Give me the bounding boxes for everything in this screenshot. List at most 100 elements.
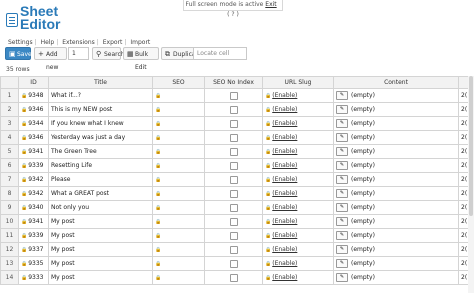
id-cell[interactable]: 🔒9348 (18, 88, 49, 103)
seo-no-index-cell[interactable] (204, 256, 263, 271)
id-cell[interactable]: 🔒9335 (18, 256, 49, 271)
title-cell[interactable]: What if...? (48, 88, 153, 103)
title-cell[interactable]: My post (48, 256, 153, 271)
help-link[interactable]: ( ? ) (227, 11, 239, 18)
enable-link[interactable]: (Enable) (272, 218, 297, 225)
seo-no-index-checkbox[interactable] (229, 217, 238, 226)
seo-no-index-checkbox[interactable] (229, 175, 238, 184)
seo-cell[interactable]: 🔒 (152, 256, 205, 271)
id-cell[interactable]: 🔒9344 (18, 116, 49, 131)
enable-link[interactable]: (Enable) (272, 274, 297, 281)
enable-link[interactable]: (Enable) (272, 92, 297, 99)
url-slug-cell[interactable]: 🔒(Enable) (262, 130, 334, 145)
content-cell[interactable]: ✎ (empty) (333, 116, 459, 131)
url-slug-cell[interactable]: 🔒(Enable) (262, 172, 334, 187)
id-cell[interactable]: 🔒9340 (18, 200, 49, 215)
seo-no-index-cell[interactable] (204, 130, 263, 145)
col-header-title[interactable]: Title (48, 76, 153, 89)
title-cell[interactable]: My post (48, 270, 153, 285)
seo-no-index-checkbox[interactable] (229, 161, 238, 170)
content-cell[interactable]: ✎ (empty) (333, 88, 459, 103)
seo-cell[interactable]: 🔒 (152, 102, 205, 117)
menu-export[interactable]: Export (101, 39, 125, 46)
seo-no-index-cell[interactable] (204, 242, 263, 257)
edit-icon[interactable]: ✎ (336, 119, 348, 128)
seo-no-index-checkbox[interactable] (229, 189, 238, 198)
seo-no-index-checkbox[interactable] (229, 245, 238, 254)
seo-no-index-cell[interactable] (204, 270, 263, 285)
edit-icon[interactable]: ✎ (336, 259, 348, 268)
title-cell[interactable]: My post (48, 214, 153, 229)
title-cell[interactable]: Resetting Life (48, 158, 153, 173)
locate-cell-input[interactable]: Locate cell (193, 47, 247, 60)
edit-icon[interactable]: ✎ (336, 217, 348, 226)
col-header-seo[interactable]: SEO (152, 76, 205, 89)
enable-link[interactable]: (Enable) (272, 232, 297, 239)
seo-no-index-cell[interactable] (204, 214, 263, 229)
enable-link[interactable]: (Enable) (272, 204, 297, 211)
vertical-scrollbar[interactable] (468, 76, 474, 293)
seo-cell[interactable]: 🔒 (152, 270, 205, 285)
scrollbar-thumb[interactable] (469, 76, 473, 216)
col-header-id[interactable]: ID (18, 76, 49, 89)
seo-cell[interactable]: 🔒 (152, 228, 205, 243)
content-cell[interactable]: ✎ (empty) (333, 256, 459, 271)
seo-cell[interactable]: 🔒 (152, 242, 205, 257)
edit-icon[interactable]: ✎ (336, 133, 348, 142)
edit-icon[interactable]: ✎ (336, 189, 348, 198)
content-cell[interactable]: ✎ (empty) (333, 172, 459, 187)
seo-no-index-checkbox[interactable] (229, 147, 238, 156)
title-cell[interactable]: Not only you (48, 200, 153, 215)
content-cell[interactable]: ✎ (empty) (333, 200, 459, 215)
content-cell[interactable]: ✎ (empty) (333, 158, 459, 173)
title-cell[interactable]: The Green Tree (48, 144, 153, 159)
enable-link[interactable]: (Enable) (272, 176, 297, 183)
seo-no-index-cell[interactable] (204, 172, 263, 187)
title-cell[interactable]: If you knew what I knew (48, 116, 153, 131)
enable-link[interactable]: (Enable) (272, 120, 297, 127)
edit-icon[interactable]: ✎ (336, 147, 348, 156)
seo-no-index-checkbox[interactable] (229, 133, 238, 142)
edit-icon[interactable]: ✎ (336, 245, 348, 254)
menu-import[interactable]: Import (128, 39, 152, 46)
url-slug-cell[interactable]: 🔒(Enable) (262, 214, 334, 229)
id-cell[interactable]: 🔒9346 (18, 130, 49, 145)
seo-no-index-checkbox[interactable] (229, 119, 238, 128)
enable-link[interactable]: (Enable) (272, 190, 297, 197)
title-cell[interactable]: My post (48, 228, 153, 243)
title-cell[interactable]: What a GREAT post (48, 186, 153, 201)
id-cell[interactable]: 🔒9337 (18, 242, 49, 257)
seo-no-index-cell[interactable] (204, 228, 263, 243)
enable-link[interactable]: (Enable) (272, 106, 297, 113)
url-slug-cell[interactable]: 🔒(Enable) (262, 242, 334, 257)
seo-no-index-cell[interactable] (204, 186, 263, 201)
content-cell[interactable]: ✎ (empty) (333, 270, 459, 285)
seo-no-index-cell[interactable] (204, 200, 263, 215)
title-cell[interactable]: This is my NEW post (48, 102, 153, 117)
save-button[interactable]: ▣ Save (5, 47, 32, 60)
bulk-edit-button[interactable]: ▦ Bulk Edit (123, 47, 159, 71)
seo-no-index-checkbox[interactable] (229, 273, 238, 282)
url-slug-cell[interactable]: 🔒(Enable) (262, 270, 334, 285)
enable-link[interactable]: (Enable) (272, 246, 297, 253)
url-slug-cell[interactable]: 🔒(Enable) (262, 228, 334, 243)
edit-icon[interactable]: ✎ (336, 203, 348, 212)
seo-no-index-checkbox[interactable] (229, 105, 238, 114)
id-cell[interactable]: 🔒9341 (18, 144, 49, 159)
id-cell[interactable]: 🔒9342 (18, 186, 49, 201)
content-cell[interactable]: ✎ (empty) (333, 186, 459, 201)
add-count-input[interactable]: 1 (68, 47, 89, 60)
url-slug-cell[interactable]: 🔒(Enable) (262, 102, 334, 117)
url-slug-cell[interactable]: 🔒(Enable) (262, 256, 334, 271)
edit-icon[interactable]: ✎ (336, 231, 348, 240)
seo-cell[interactable]: 🔒 (152, 200, 205, 215)
seo-cell[interactable]: 🔒 (152, 158, 205, 173)
add-new-button[interactable]: + Add new (34, 47, 67, 71)
title-cell[interactable]: Please (48, 172, 153, 187)
seo-cell[interactable]: 🔒 (152, 144, 205, 159)
seo-no-index-cell[interactable] (204, 158, 263, 173)
seo-no-index-cell[interactable] (204, 144, 263, 159)
col-header-content[interactable]: Content (333, 76, 459, 89)
url-slug-cell[interactable]: 🔒(Enable) (262, 116, 334, 131)
enable-link[interactable]: (Enable) (272, 134, 297, 141)
